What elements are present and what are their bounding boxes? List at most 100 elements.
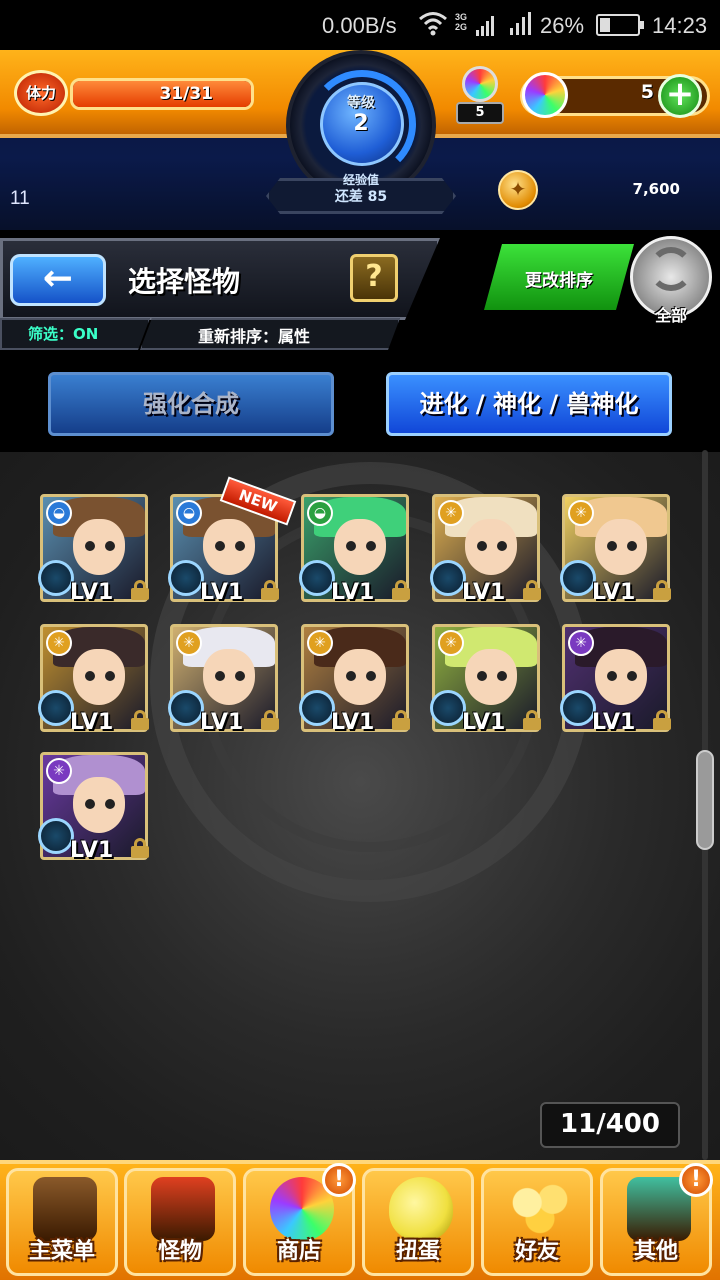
monster-level: LV1 — [70, 838, 114, 863]
lock-icon[interactable] — [652, 710, 672, 730]
balloons-icon — [508, 1177, 572, 1241]
egg-icon — [389, 1177, 453, 1241]
alert-badge-icon: ! — [679, 1163, 713, 1197]
monster-level: LV1 — [331, 580, 375, 605]
monster-card[interactable]: ◒ LV1 NEW — [168, 476, 297, 606]
light-element-icon: ✳ — [438, 630, 464, 656]
light-element-icon: ✳ — [307, 630, 333, 656]
lock-icon[interactable] — [130, 580, 150, 600]
light-element-icon: ✳ — [568, 500, 594, 526]
monster-level: LV1 — [462, 710, 506, 735]
battery-icon — [596, 14, 644, 36]
nav-monster[interactable]: 怪物 — [124, 1168, 236, 1276]
monster-card[interactable]: ✳ LV1 — [299, 624, 411, 736]
hud-left-number: 11 — [10, 188, 30, 209]
lock-icon[interactable] — [522, 710, 542, 730]
luck-orb-icon — [430, 560, 466, 596]
monster-card[interactable]: ✳ LV1 — [38, 752, 150, 864]
nav-label: 扭蛋 — [395, 1239, 440, 1264]
nav-main[interactable]: 主菜单 — [6, 1168, 118, 1276]
nav-shop[interactable]: 商店! — [243, 1163, 356, 1276]
wifi-icon — [419, 12, 447, 36]
change-sort-label: 更改排序 — [525, 271, 593, 291]
filter-label: 筛选：ON — [28, 325, 99, 343]
buy-stone-button[interactable]: + — [658, 74, 702, 118]
monster-card[interactable]: ◒ LV1 — [38, 494, 150, 606]
light-element-icon: ✳ — [46, 630, 72, 656]
house-icon — [33, 1177, 97, 1241]
monster-card[interactable]: ✳ LV1 — [560, 624, 672, 736]
wood-element-icon: ◒ — [307, 500, 333, 526]
luck-orb-icon — [38, 560, 74, 596]
nav-label: 好友 — [514, 1239, 559, 1264]
dark-element-icon: ✳ — [568, 630, 594, 656]
hatch-orb-icon[interactable]: 5 — [452, 62, 508, 124]
lock-icon[interactable] — [391, 580, 411, 600]
rainbow-stone-icon — [522, 72, 568, 118]
monster-icon — [151, 1177, 215, 1241]
battery-percent: 26% — [540, 13, 585, 38]
select-header: ← 选择怪物 ? 筛选：ON 重新排序：属性 更改排序 全部 — [0, 230, 720, 350]
lock-icon[interactable] — [260, 710, 280, 730]
luck-orb-icon — [430, 690, 466, 726]
scrollbar-thumb[interactable] — [696, 750, 714, 850]
scrollbar[interactable] — [696, 450, 714, 1160]
monster-level: LV1 — [462, 580, 506, 605]
lock-icon[interactable] — [130, 710, 150, 730]
back-button[interactable]: ← — [10, 254, 106, 306]
monster-card[interactable]: ✳ LV1 — [168, 624, 280, 736]
monster-card[interactable]: ✳ LV1 — [430, 624, 542, 736]
monster-level: LV1 — [70, 710, 114, 735]
monster-card[interactable]: ✳ LV1 — [430, 494, 542, 606]
coin-value: 7,600 — [632, 180, 680, 198]
nav-other[interactable]: 其他! — [600, 1163, 713, 1276]
level-label: 等级 — [347, 95, 375, 111]
status-bar: 0.00B/s 3G 2G 26% 14:23 — [0, 0, 720, 50]
alert-badge-icon: ! — [322, 1163, 356, 1197]
monster-level: LV1 — [70, 580, 114, 605]
luck-orb-icon — [560, 690, 596, 726]
monster-card[interactable]: ◒ LV1 — [299, 494, 411, 606]
stamina-bar[interactable]: 31/31 — [70, 78, 254, 110]
player-hud: 体力 31/31 等级 2 经验值 还差 85 5 5 + 11 ✦ 7,600 — [0, 50, 720, 230]
water-element-icon: ◒ — [176, 500, 202, 526]
water-element-icon: ◒ — [46, 500, 72, 526]
monster-level: LV1 — [200, 710, 244, 735]
clock: 14:23 — [652, 13, 708, 38]
light-element-icon: ✳ — [438, 500, 464, 526]
page-title: 选择怪物 — [128, 265, 241, 298]
luck-orb-icon — [38, 818, 74, 854]
hatch-count: 5 — [456, 102, 504, 124]
lock-icon[interactable] — [391, 710, 411, 730]
upgrade-mode-button[interactable]: 强化合成 — [48, 372, 334, 436]
coin-icon: ✦ — [498, 170, 538, 210]
lock-icon[interactable] — [130, 838, 150, 858]
monster-card[interactable]: ✳ LV1 — [38, 624, 150, 736]
net-speed: 0.00B/s — [322, 13, 397, 38]
nav-label: 其他 — [633, 1239, 678, 1264]
nav-friends[interactable]: 好友 — [481, 1168, 593, 1276]
level-value: 2 — [353, 111, 369, 136]
help-button[interactable]: ? — [350, 254, 398, 302]
luck-orb-icon — [299, 690, 335, 726]
nav-label: 怪物 — [157, 1239, 202, 1264]
network-type: 3G 2G — [455, 12, 468, 32]
lock-icon[interactable] — [522, 580, 542, 600]
monster-card[interactable]: ✳ LV1 — [560, 494, 672, 606]
luck-orb-icon — [38, 690, 74, 726]
signal-icon-2 — [510, 12, 531, 35]
nav-gacha[interactable]: 扭蛋 — [362, 1168, 474, 1276]
luck-orb-icon — [168, 560, 204, 596]
luck-orb-icon — [168, 690, 204, 726]
evolve-mode-button[interactable]: 进化 / 神化 / 兽神化 — [386, 372, 672, 436]
refresh-icon — [649, 247, 693, 291]
lock-icon[interactable] — [652, 580, 672, 600]
nav-label: 主菜单 — [28, 1239, 95, 1264]
stamina-value: 31/31 — [159, 84, 213, 104]
stone-count: 5 — [640, 81, 654, 103]
luck-orb-icon — [560, 560, 596, 596]
luck-orb-icon — [299, 560, 335, 596]
monster-level: LV1 — [200, 580, 244, 605]
lock-icon[interactable] — [260, 580, 280, 600]
light-element-icon: ✳ — [176, 630, 202, 656]
